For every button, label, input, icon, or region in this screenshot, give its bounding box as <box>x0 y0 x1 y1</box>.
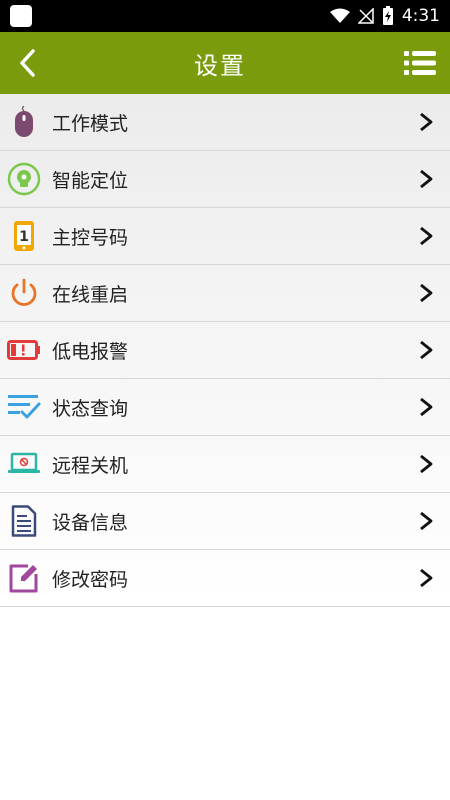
settings-item-change-password[interactable]: 修改密码 <box>0 550 450 607</box>
document-icon <box>6 503 42 539</box>
chevron-right-icon <box>416 395 436 419</box>
settings-item-label: 远程关机 <box>52 454 129 477</box>
phone-number-icon: 1 <box>6 218 42 254</box>
location-icon <box>6 161 42 197</box>
chevron-right-icon <box>416 509 436 533</box>
settings-item-label: 修改密码 <box>52 568 129 591</box>
mouse-icon <box>6 104 42 140</box>
edit-icon <box>6 560 42 596</box>
wifi-icon <box>329 8 350 23</box>
settings-item-remote-shutdown[interactable]: 远程关机 <box>0 436 450 493</box>
back-button[interactable] <box>18 49 36 77</box>
chevron-right-icon <box>416 452 436 476</box>
settings-item-label: 在线重启 <box>52 283 129 306</box>
chevron-right-icon <box>416 167 436 191</box>
settings-item-online-restart[interactable]: 在线重启 <box>0 265 450 322</box>
chevron-right-icon <box>416 110 436 134</box>
low-battery-icon <box>6 332 42 368</box>
settings-item-label: 工作模式 <box>52 112 129 135</box>
settings-item-label: 主控号码 <box>52 226 129 249</box>
chevron-right-icon <box>416 224 436 248</box>
app-bar: 设置 <box>0 32 450 94</box>
list-menu-icon <box>404 51 436 75</box>
status-icons: 4:31 <box>329 6 440 26</box>
settings-item-label: 智能定位 <box>52 169 129 192</box>
status-bar: 4:31 <box>0 0 450 32</box>
notification-icon <box>10 5 32 27</box>
status-checklist-icon <box>6 389 42 425</box>
settings-list: 工作模式 智能定位 1 主控号码 在线重启 低电报警 状态查询 远程关机 设备信… <box>0 94 450 607</box>
chevron-right-icon <box>416 338 436 362</box>
page-title: 设置 <box>194 51 246 80</box>
settings-item-label: 状态查询 <box>52 397 129 420</box>
settings-item-device-info[interactable]: 设备信息 <box>0 493 450 550</box>
clock: 4:31 <box>401 6 440 26</box>
chevron-right-icon <box>416 281 436 305</box>
back-arrow-icon <box>20 49 35 77</box>
chevron-right-icon <box>416 566 436 590</box>
laptop-shutdown-icon <box>6 446 42 482</box>
settings-item-low-battery-alarm[interactable]: 低电报警 <box>0 322 450 379</box>
settings-item-smart-locate[interactable]: 智能定位 <box>0 151 450 208</box>
power-icon <box>6 275 42 311</box>
battery-charging-icon <box>382 6 393 25</box>
settings-item-label: 设备信息 <box>52 511 129 534</box>
svg-text:1: 1 <box>19 229 29 245</box>
settings-item-work-mode[interactable]: 工作模式 <box>0 94 450 151</box>
menu-button[interactable] <box>404 50 436 76</box>
no-signal-icon <box>357 8 374 24</box>
settings-item-label: 低电报警 <box>52 340 129 363</box>
settings-item-status-query[interactable]: 状态查询 <box>0 379 450 436</box>
settings-item-master-number[interactable]: 1 主控号码 <box>0 208 450 265</box>
